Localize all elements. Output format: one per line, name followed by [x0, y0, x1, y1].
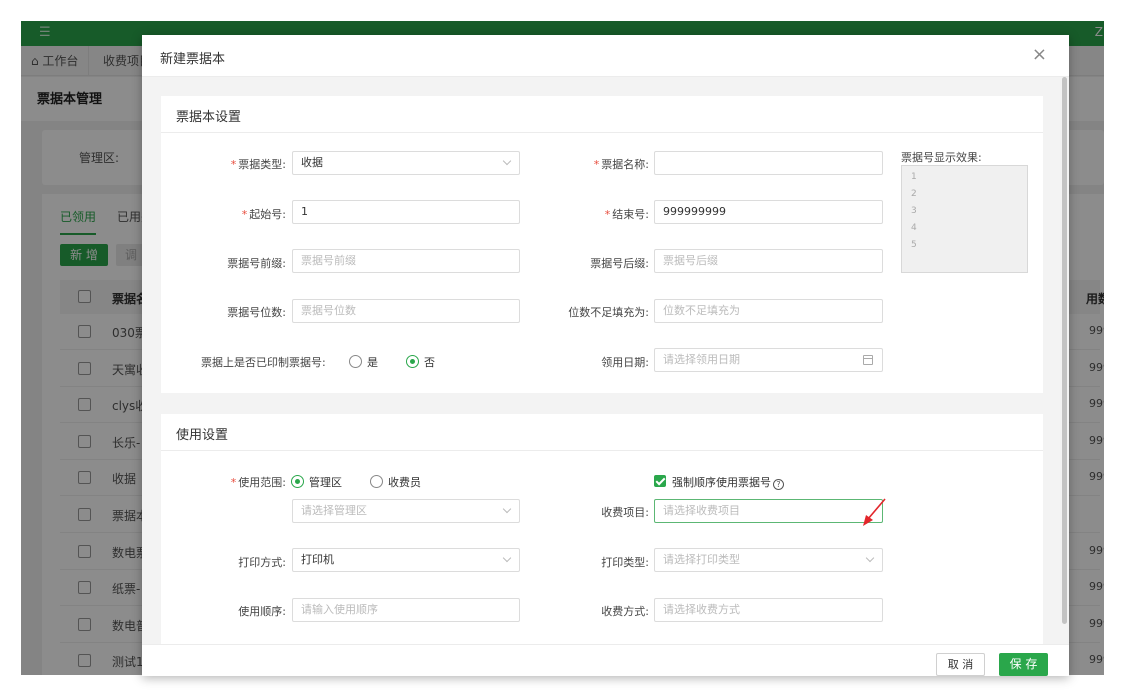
dialog-title: 新建票据本	[160, 52, 226, 67]
printed-no-label: 否	[424, 356, 435, 369]
fee-item-label: 收费项目:	[601, 506, 649, 519]
digits-input[interactable]: 票据号位数	[292, 299, 520, 323]
section-title: 票据本设置	[176, 110, 242, 125]
print-method-label: 打印方式:	[238, 556, 286, 569]
calendar-icon	[863, 355, 873, 365]
print-type-label: 打印类型:	[601, 556, 649, 569]
preview-line: 1	[911, 172, 917, 182]
screenshot-stage: ☰ Z ⌂ 工作台 收费项目 票据本管理 管理区: 请 已领用 已用完 新 增 …	[0, 0, 1125, 696]
digits-label: 票据号位数:	[227, 306, 286, 319]
issue-date-label: 领用日期:	[601, 356, 649, 369]
fee-method-select[interactable]: 请选择收费方式	[654, 598, 883, 622]
chevron-down-icon	[865, 553, 875, 563]
dialog-body: 票据本设置 * 票据类型: 收据 * 票据名称: * 起始号: 1 * 结束号: 999…	[142, 77, 1069, 644]
printed-yes-radio[interactable]	[349, 355, 362, 368]
printed-number-label: 票据上是否已印制票据号:	[201, 356, 326, 369]
prefix-input[interactable]: 票据号前缀	[292, 249, 520, 273]
section-divider	[161, 132, 1043, 133]
scope-label: * 使用范围:	[230, 476, 286, 489]
fee-method-label: 收费方式:	[601, 605, 649, 618]
chevron-down-icon	[502, 553, 512, 563]
printed-no-radio[interactable]	[406, 355, 419, 368]
cancel-button[interactable]: 取 消	[936, 653, 985, 676]
preview-label: 票据号显示效果:	[901, 151, 982, 164]
ticket-book-settings-section: 票据本设置 * 票据类型: 收据 * 票据名称: * 起始号: 1 * 结束号: 999…	[161, 96, 1043, 393]
end-number-label: * 结束号:	[604, 208, 649, 221]
close-icon[interactable]: ×	[1032, 44, 1047, 65]
preview-box: 1 2 3 4 5	[901, 165, 1028, 273]
prefix-label: 票据号前缀:	[227, 257, 286, 270]
print-method-select[interactable]: 打印机	[292, 548, 520, 572]
ticket-name-label: * 票据名称:	[593, 158, 649, 171]
fee-item-select[interactable]: 请选择收费项目	[654, 499, 883, 523]
issue-date-picker[interactable]: 请选择领用日期	[654, 348, 883, 372]
padding-input[interactable]: 位数不足填充为	[654, 299, 883, 323]
save-button[interactable]: 保 存	[999, 653, 1048, 676]
force-order-label: 强制顺序使用票据号?	[672, 474, 784, 490]
suffix-label: 票据号后缀:	[590, 257, 649, 270]
force-order-checkbox[interactable]	[654, 475, 666, 487]
start-number-input[interactable]: 1	[292, 200, 520, 224]
dialog-scrollbar[interactable]	[1062, 77, 1067, 624]
preview-line: 2	[911, 189, 917, 199]
management-area-select[interactable]: 请选择管理区	[292, 499, 520, 523]
preview-line: 5	[911, 240, 917, 250]
section-divider	[161, 450, 1043, 451]
printed-yes-label: 是	[367, 356, 378, 369]
scope-area-radio[interactable]	[291, 475, 304, 488]
help-icon[interactable]: ?	[773, 479, 784, 490]
start-number-label: * 起始号:	[241, 208, 286, 221]
dialog-header: 新建票据本 ×	[142, 35, 1069, 77]
use-order-input[interactable]: 请输入使用顺序	[292, 598, 520, 622]
ticket-name-input[interactable]	[654, 151, 883, 175]
end-number-input[interactable]: 999999999	[654, 200, 883, 224]
new-ticket-book-dialog: 新建票据本 × 票据本设置 * 票据类型: 收据 * 票据名称: * 起始号: 1 *…	[142, 35, 1069, 676]
annotation-arrow-icon	[863, 498, 886, 526]
usage-settings-section: 使用设置 * 使用范围: 管理区 收费员 强制顺序使用票据号? 请选择管理区 收费…	[161, 414, 1043, 644]
padding-label: 位数不足填充为:	[568, 306, 649, 319]
chevron-down-icon	[502, 504, 512, 514]
suffix-input[interactable]: 票据号后缀	[654, 249, 883, 273]
scope-collector-radio[interactable]	[370, 475, 383, 488]
preview-line: 3	[911, 206, 917, 216]
ticket-type-select[interactable]: 收据	[292, 151, 520, 175]
print-type-select[interactable]: 请选择打印类型	[654, 548, 883, 572]
scope-collector-label: 收费员	[388, 476, 421, 489]
preview-line: 4	[911, 223, 917, 233]
chevron-down-icon	[502, 156, 512, 166]
section-title: 使用设置	[176, 428, 229, 443]
scope-area-label: 管理区	[309, 476, 342, 489]
dialog-footer: 取 消 保 存	[142, 644, 1069, 676]
use-order-label: 使用顺序:	[238, 605, 286, 618]
ticket-type-label: * 票据类型:	[230, 158, 286, 171]
